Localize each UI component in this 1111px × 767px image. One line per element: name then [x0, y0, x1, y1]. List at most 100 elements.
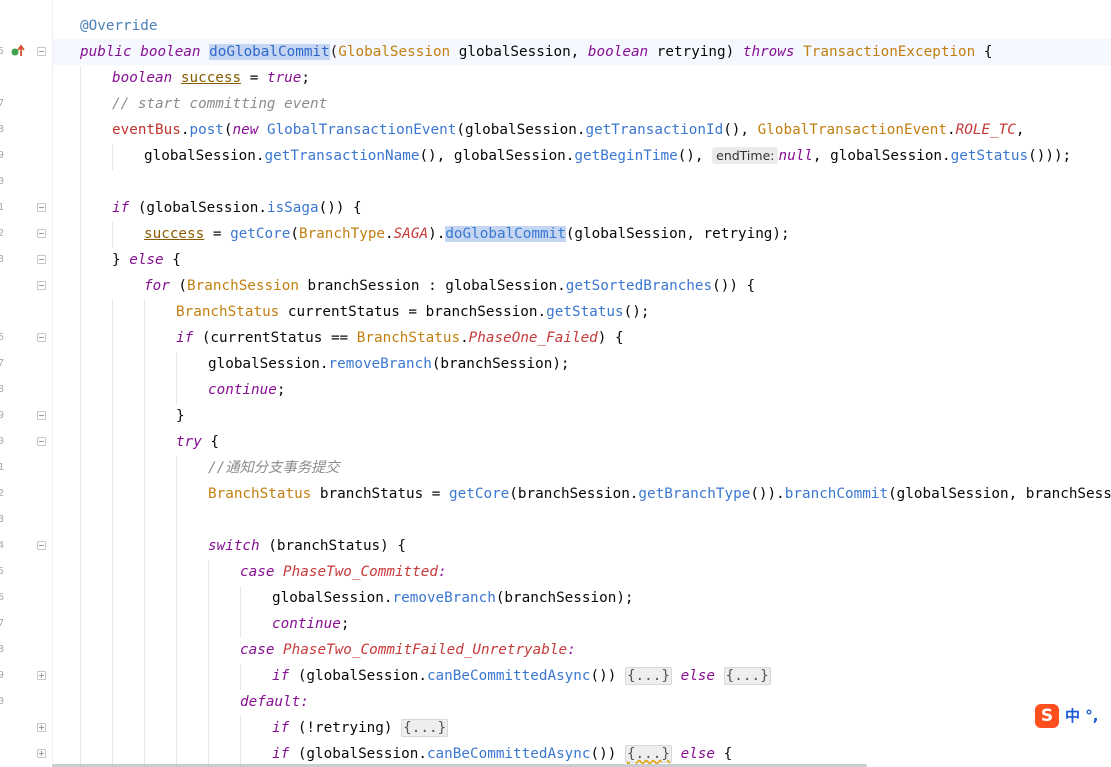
fold-expand-icon[interactable] — [37, 749, 46, 758]
punct: (), — [723, 122, 758, 138]
punct: { — [201, 434, 220, 450]
expr: (branchSession); — [495, 590, 634, 606]
line-number: 0 — [0, 176, 4, 187]
expr: (), globalSession. — [419, 148, 575, 164]
code-line: boolean success = true; — [112, 65, 310, 91]
line-number: 9 — [0, 410, 4, 421]
line-number: 1 — [0, 202, 4, 213]
variable: success — [180, 70, 242, 86]
punct: ( — [223, 122, 233, 138]
constant: SAGA — [393, 226, 429, 242]
fold-marker-icon[interactable] — [37, 47, 46, 56]
fold-marker-icon[interactable] — [37, 437, 46, 446]
code-line: case PhaseTwo_Committed: — [240, 559, 447, 585]
expr: (globalSession, retrying); — [565, 226, 790, 242]
method-call: removeBranch — [392, 590, 496, 606]
operator: = — [241, 70, 267, 86]
param: globalSession, — [458, 44, 580, 60]
expr: (!retrying) — [289, 720, 402, 736]
fold-marker-icon[interactable] — [37, 203, 46, 212]
code-line: @Override — [80, 13, 157, 39]
expr: globalSession. — [208, 356, 329, 372]
code-line: if (!retrying) {...} — [272, 715, 449, 741]
type: BranchStatus — [356, 330, 461, 346]
folded-block[interactable]: {...} — [401, 719, 449, 737]
expr: (branchSession); — [431, 356, 570, 372]
method-call: getCore — [449, 486, 510, 502]
keyword: else — [680, 746, 716, 762]
brace: { — [983, 44, 993, 60]
line-number: 0 — [0, 436, 4, 447]
expr: branchSession : globalSession. — [298, 278, 566, 294]
code-line: case PhaseTwo_CommitFailed_Unretryable: — [240, 637, 576, 663]
keyword: throws — [742, 44, 795, 60]
overrides-method-icon[interactable] — [10, 44, 26, 58]
punct: : — [300, 694, 309, 710]
fold-expand-icon[interactable] — [37, 671, 46, 680]
punct: { — [715, 746, 733, 762]
code-line: globalSession.removeBranch(branchSession… — [208, 351, 570, 377]
type: BranchStatus — [176, 304, 280, 320]
ime-logo-icon[interactable]: S — [1035, 704, 1059, 728]
punct: ( — [169, 278, 188, 294]
code-line: globalSession.removeBranch(branchSession… — [272, 585, 634, 611]
code-line: if (currentStatus == BranchStatus.PhaseO… — [176, 325, 624, 351]
expr: (globalSession. — [456, 122, 586, 138]
method-call: isSaga — [266, 200, 319, 216]
fold-marker-icon[interactable] — [37, 541, 46, 550]
fold-expand-icon[interactable] — [37, 723, 46, 732]
method-call: getCore — [230, 226, 291, 242]
keyword: switch — [208, 538, 260, 554]
keyword: if — [272, 746, 290, 762]
punct: (); — [623, 304, 650, 320]
expr: globalSession. — [144, 148, 265, 164]
keyword: if — [112, 200, 130, 216]
folded-block[interactable]: {...} — [723, 667, 771, 685]
expr: (globalSession. — [289, 668, 427, 684]
expr: (globalSession. — [129, 200, 267, 216]
punct: ()) — [590, 668, 625, 684]
punct: } — [112, 252, 130, 268]
fold-marker-icon[interactable] — [37, 411, 46, 420]
line-number: 3 — [0, 514, 4, 525]
line-number: 5 — [0, 46, 4, 57]
constant: PhaseOne_Failed — [468, 330, 598, 346]
keyword: new — [232, 122, 259, 138]
ime-toolbar[interactable]: S 中 °, — [1033, 703, 1111, 729]
line-number: 4 — [0, 540, 4, 551]
punct: ) { — [597, 330, 624, 346]
line-number: 6 — [0, 592, 4, 603]
punct: , — [1015, 122, 1025, 138]
fold-marker-icon[interactable] — [37, 255, 46, 264]
punct: ; — [301, 70, 311, 86]
punct: ()) { — [712, 278, 756, 294]
code-editor[interactable]: @Override public boolean doGlobalCommit(… — [53, 0, 1111, 767]
method-name-selected[interactable]: doGlobalCommit — [209, 44, 330, 60]
code-line: default: — [240, 689, 309, 715]
method-call: removeBranch — [328, 356, 432, 372]
keyword: else — [129, 252, 164, 268]
ime-mode-indicator[interactable]: 中 °, — [1065, 705, 1098, 727]
type: TransactionException — [803, 44, 976, 60]
folded-block[interactable]: {...} — [624, 745, 672, 763]
expr: (branchSession. — [509, 486, 639, 502]
keyword: boolean — [112, 70, 173, 86]
keyword: true — [266, 70, 302, 86]
method-call-highlighted[interactable]: doGlobalCommit — [445, 226, 566, 242]
line-number: 9 — [0, 150, 4, 161]
line-number: 1 — [0, 462, 4, 473]
line-number: 2 — [0, 488, 4, 499]
punct: (), — [677, 148, 713, 164]
keyword: else — [680, 668, 716, 684]
line-number: 6 — [0, 332, 4, 343]
method-call: post — [189, 122, 224, 138]
folded-block[interactable]: {...} — [624, 667, 672, 685]
keyword: default — [240, 694, 301, 710]
punct: ()). — [750, 486, 785, 502]
fold-marker-icon[interactable] — [37, 229, 46, 238]
code-line: eventBus. post(new GlobalTransactionEvent… — [112, 117, 1025, 143]
fold-marker-icon[interactable] — [37, 333, 46, 342]
keyword: public — [80, 44, 132, 60]
fold-marker-icon[interactable] — [37, 281, 46, 290]
line-number: 8 — [0, 124, 4, 135]
